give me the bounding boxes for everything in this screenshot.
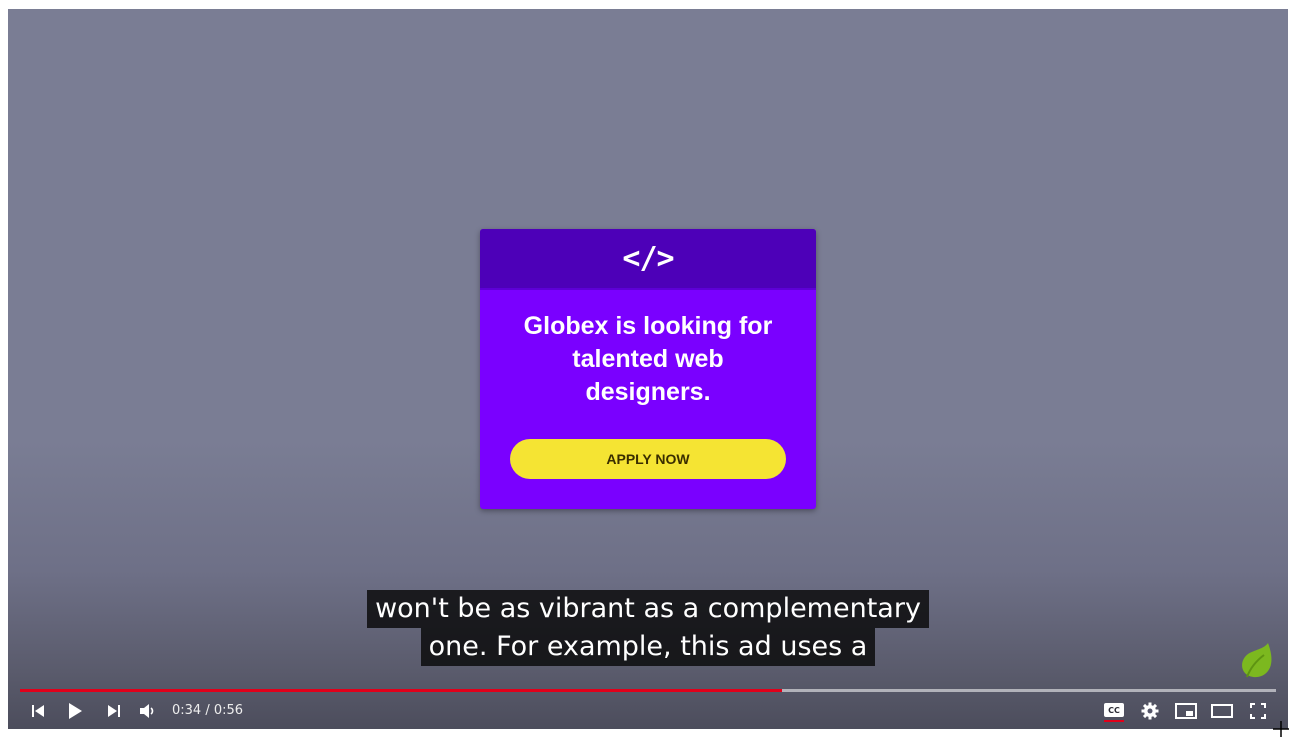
- previous-button[interactable]: [21, 695, 55, 727]
- time-separator: /: [201, 703, 214, 718]
- theater-mode-button[interactable]: [1205, 695, 1239, 727]
- miniplayer-button[interactable]: [1169, 695, 1203, 727]
- ad-card: </> Globex is looking for talented web d…: [480, 229, 816, 509]
- ad-headline: Globex is looking for talented web desig…: [523, 312, 773, 406]
- play-button[interactable]: [58, 695, 92, 727]
- volume-icon: [140, 704, 154, 718]
- ad-header: </>: [480, 229, 816, 290]
- theater-icon: [1211, 704, 1233, 718]
- progress-played: [20, 689, 783, 692]
- subtitles-button[interactable]: CC: [1097, 695, 1131, 727]
- control-bar: 0:34 / 0:56 CC: [8, 695, 1288, 729]
- settings-icon: [1141, 702, 1159, 720]
- time-display: 0:34 / 0:56: [172, 703, 243, 718]
- current-time: 0:34: [172, 703, 202, 718]
- caption-line-2: one. For example, this ad uses a: [420, 628, 876, 666]
- fullscreen-icon: [1250, 703, 1266, 719]
- previous-icon: [32, 705, 44, 717]
- fullscreen-button[interactable]: [1241, 695, 1275, 727]
- caption-line-1: won't be as vibrant as a complementary: [367, 590, 929, 628]
- settings-button[interactable]: [1133, 695, 1167, 727]
- cc-icon: CC: [1104, 703, 1124, 722]
- next-icon: [108, 705, 120, 717]
- leaf-watermark-icon: [1238, 641, 1274, 681]
- video-player[interactable]: </> Globex is looking for talented web d…: [8, 9, 1288, 729]
- code-icon: </>: [622, 241, 674, 276]
- cc-label: CC: [1108, 705, 1120, 715]
- play-icon: [69, 703, 82, 719]
- volume-button[interactable]: [130, 695, 164, 727]
- duration: 0:56: [213, 703, 244, 718]
- apply-now-button[interactable]: APPLY NOW: [510, 439, 786, 479]
- next-button[interactable]: [97, 695, 131, 727]
- miniplayer-icon: [1175, 703, 1197, 719]
- crosshair-cursor-icon: [1272, 721, 1290, 737]
- captions: won't be as vibrant as a complementary o…: [8, 590, 1288, 666]
- progress-bar[interactable]: [20, 689, 1276, 692]
